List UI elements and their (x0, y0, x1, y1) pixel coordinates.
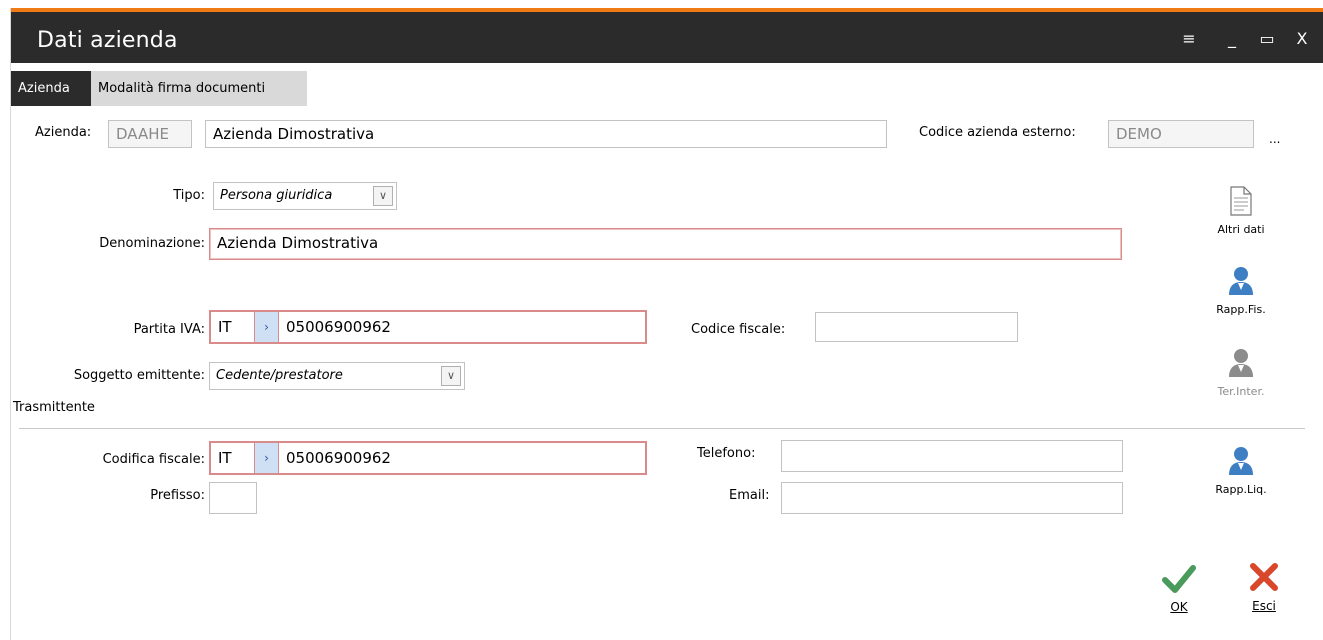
prefisso-field[interactable] (209, 482, 257, 514)
soggetto-emittente-select[interactable]: Cedente/prestatore ∨ (209, 362, 465, 390)
menu-icon[interactable]: ≡ (1178, 28, 1200, 50)
ter-inter-button[interactable]: Ter.Inter. (1201, 348, 1281, 398)
altri-dati-button[interactable]: Altri dati (1201, 186, 1281, 236)
minimize-icon[interactable]: _ (1221, 28, 1243, 50)
dati-azienda-window: Dati azienda ≡ _ ▭ X Azienda Modalità fi… (10, 8, 1323, 640)
codifica-fiscale-field: IT › 05006900962 (209, 441, 647, 475)
rapp-fis-button[interactable]: Rapp.Fis. (1201, 266, 1281, 316)
ok-label: OK (1170, 600, 1188, 614)
codice-fiscale-field[interactable] (815, 312, 1018, 342)
person-icon (1229, 267, 1253, 295)
azienda-code-field[interactable]: DAAHE (108, 120, 192, 148)
close-icon (1250, 563, 1278, 591)
soggetto-emittente-label: Soggetto emittente: (73, 368, 205, 383)
section-divider (19, 428, 1305, 429)
person-icon (1229, 447, 1253, 475)
title-bar[interactable]: Dati azienda ≡ _ ▭ X (11, 8, 1323, 63)
codice-fiscale-label: Codice fiscale: (691, 322, 786, 337)
chevron-down-icon[interactable]: ∨ (373, 186, 393, 206)
email-label: Email: (729, 488, 770, 503)
email-field[interactable] (781, 482, 1123, 514)
codice-azienda-esterno-label: Codice azienda esterno: (919, 125, 1076, 140)
tab-modalita-firma-documenti[interactable]: Modalità firma documenti (91, 71, 307, 106)
tipo-label: Tipo: (173, 188, 205, 203)
denominazione-label: Denominazione: (99, 236, 205, 251)
azienda-label: Azienda: (35, 125, 92, 140)
tipo-select[interactable]: Persona giuridica ∨ (213, 182, 397, 210)
chevron-down-icon[interactable]: ∨ (441, 366, 461, 386)
maximize-icon[interactable]: ▭ (1256, 28, 1278, 50)
telefono-field[interactable] (781, 440, 1123, 472)
codice-esterno-lookup-button[interactable]: ... (1269, 132, 1280, 146)
window-title: Dati azienda (37, 28, 178, 53)
partita-iva-field: IT › 05006900962 (209, 310, 647, 344)
codice-azienda-esterno-field[interactable]: DEMO (1108, 120, 1254, 148)
trasmittente-section-title: Trasmittente (13, 400, 95, 415)
ok-button[interactable]: OK (1154, 564, 1204, 614)
ter-inter-label: Ter.Inter. (1217, 385, 1265, 398)
codifica-fiscale-country[interactable]: IT (211, 443, 255, 473)
partita-iva-number[interactable]: 05006900962 (279, 312, 391, 342)
partita-iva-country[interactable]: IT (211, 312, 255, 342)
azienda-name-field[interactable]: Azienda Dimostrativa (205, 120, 887, 148)
telefono-label: Telefono: (697, 446, 756, 461)
esci-button[interactable]: Esci (1239, 561, 1289, 613)
checkmark-icon (1162, 565, 1196, 593)
denominazione-field[interactable]: Azienda Dimostrativa (209, 228, 1122, 260)
codifica-fiscale-number[interactable]: 05006900962 (279, 443, 391, 473)
close-icon[interactable]: X (1291, 28, 1313, 50)
tab-azienda[interactable]: Azienda (11, 71, 91, 106)
codifica-fiscale-label: Codifica fiscale: (102, 452, 205, 467)
person-icon (1229, 349, 1253, 377)
rapp-fis-label: Rapp.Fis. (1216, 303, 1266, 316)
esci-label: Esci (1252, 599, 1276, 613)
rapp-liq-button[interactable]: Rapp.Liq. (1201, 446, 1281, 496)
country-selector-icon[interactable]: › (255, 443, 279, 473)
altri-dati-label: Altri dati (1217, 223, 1265, 236)
prefisso-label: Prefisso: (150, 488, 205, 503)
document-icon (1230, 186, 1252, 216)
rapp-liq-label: Rapp.Liq. (1215, 483, 1267, 496)
country-selector-icon[interactable]: › (255, 312, 279, 342)
partita-iva-label: Partita IVA: (133, 322, 205, 337)
soggetto-emittente-value: Cedente/prestatore (216, 368, 343, 383)
tipo-value: Persona giuridica (220, 188, 333, 203)
